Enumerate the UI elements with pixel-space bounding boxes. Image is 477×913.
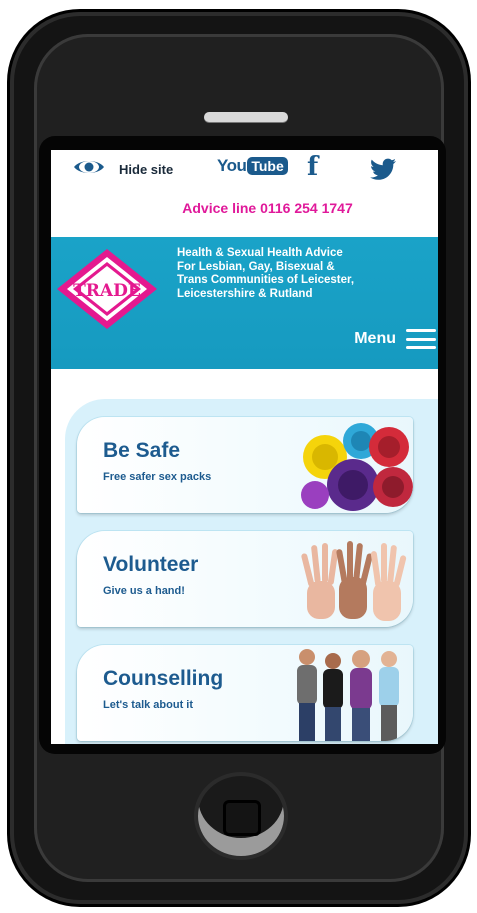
card-volunteer[interactable]: Volunteer Give us a hand! xyxy=(77,531,413,627)
tagline-line: Health & Sexual Health Advice xyxy=(177,247,343,259)
youtube-icon[interactable]: You Tube xyxy=(217,156,288,176)
cards-section: Be Safe Free safer sex packs Volunteer G… xyxy=(51,369,438,744)
home-button[interactable] xyxy=(198,776,284,856)
tagline-line: For Lesbian, Gay, Bisexual & xyxy=(177,260,335,273)
tagline-line: Leicestershire & Rutland xyxy=(177,287,313,300)
site-header: TRADE Health & Sexual Health Advice For … xyxy=(51,237,438,369)
card-title: Counselling xyxy=(103,667,224,690)
card-subtitle: Give us a hand! xyxy=(103,585,185,597)
hide-site-label: Hide site xyxy=(119,162,174,177)
card-subtitle: Let's talk about it xyxy=(103,699,194,711)
card-be-safe[interactable]: Be Safe Free safer sex packs xyxy=(77,417,413,513)
card-subtitle: Free safer sex packs xyxy=(103,471,212,483)
hide-site-link[interactable]: Hide site xyxy=(73,158,173,181)
youtube-tube-text: Tube xyxy=(247,157,288,175)
twitter-icon[interactable] xyxy=(369,158,397,185)
menu-button[interactable]: Menu xyxy=(354,329,436,349)
card-counselling[interactable]: Counselling Let's talk about it xyxy=(77,645,413,741)
svg-text:TRADE: TRADE xyxy=(73,281,141,301)
condoms-photo xyxy=(301,423,413,511)
top-bar: Hide site You Tube f Advice line 0116 25… xyxy=(51,150,438,238)
hamburger-icon xyxy=(406,329,436,349)
facebook-icon[interactable]: f xyxy=(307,152,318,182)
advice-line-phone[interactable]: Advice line 0116 254 1747 xyxy=(51,200,438,216)
youtube-you-text: You xyxy=(217,156,247,175)
card-title: Be Safe xyxy=(103,439,181,462)
eye-icon xyxy=(73,158,105,181)
tagline-line: Trans Communities of Leicester, xyxy=(177,274,355,286)
card-title: Volunteer xyxy=(103,553,199,576)
group-of-people-photo xyxy=(297,649,399,741)
home-button-square-icon xyxy=(223,800,261,836)
phone-speaker xyxy=(204,112,288,122)
menu-label: Menu xyxy=(354,330,396,347)
phone-screen: Hide site You Tube f Advice line 0116 25… xyxy=(51,150,438,744)
trade-logo[interactable]: TRADE xyxy=(55,247,159,331)
site-tagline: Health & Sexual Health Advice For Lesbia… xyxy=(177,247,435,301)
raised-hands-photo xyxy=(301,541,407,621)
